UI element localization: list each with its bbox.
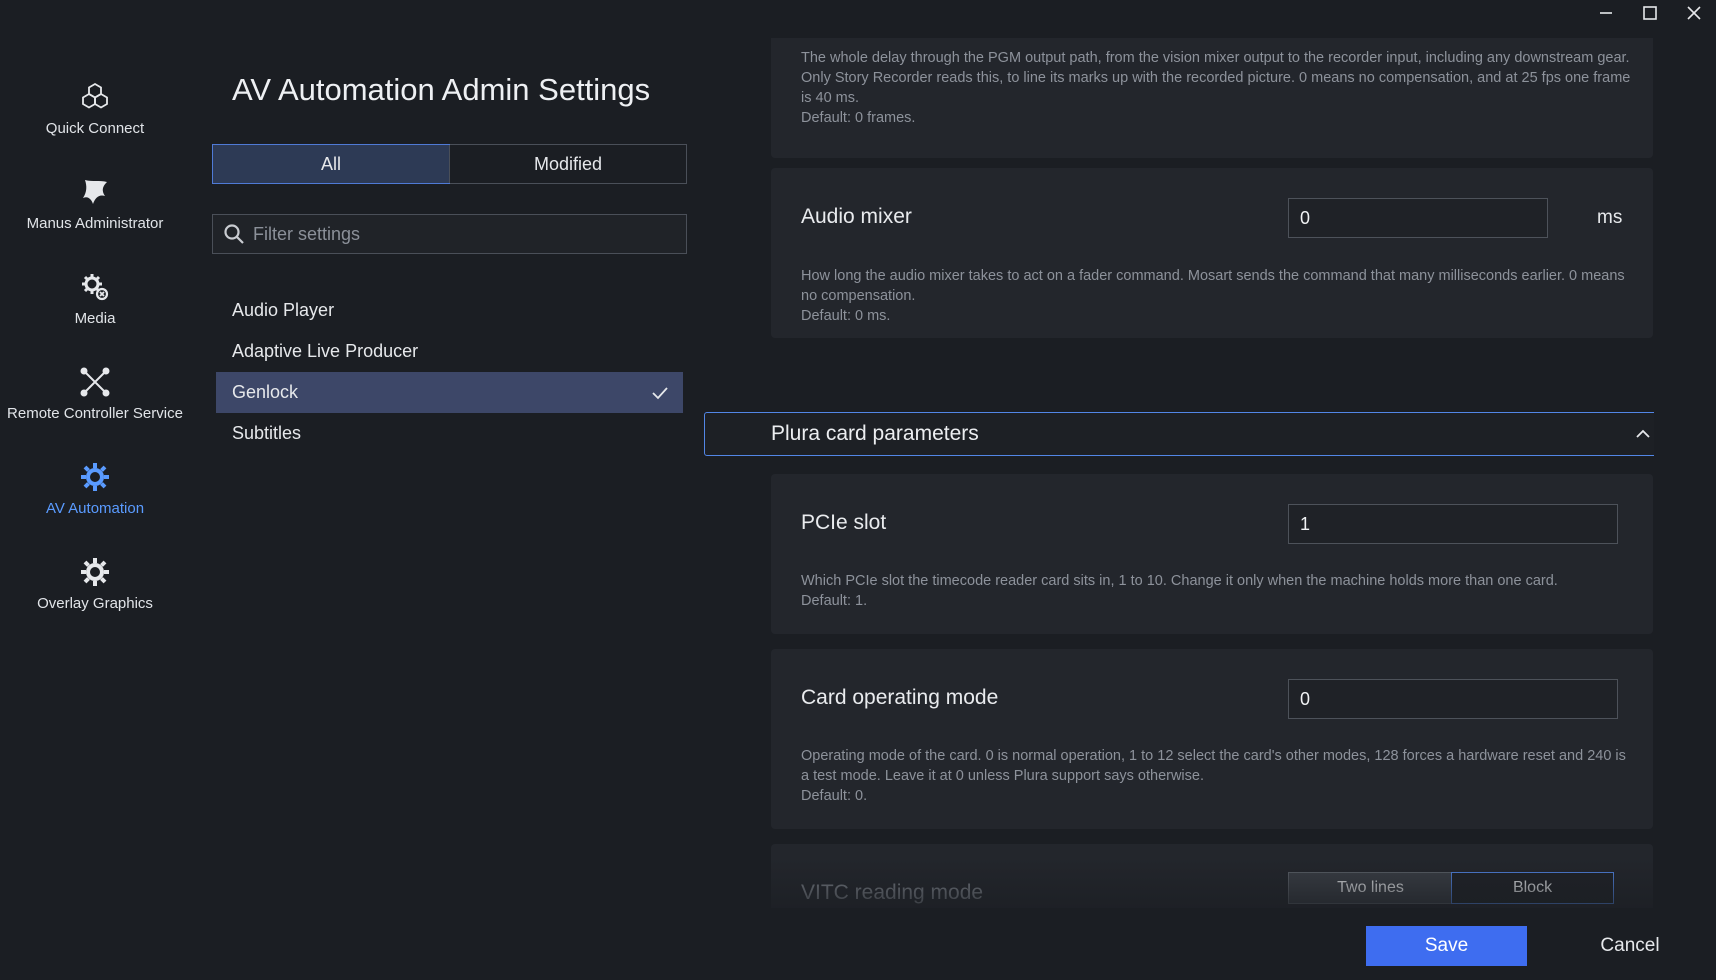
recorder-delay-card: The whole delay through the PGM output p… — [771, 38, 1653, 158]
cancel-button[interactable]: Cancel — [1570, 926, 1690, 966]
setting-description: How long the audio mixer takes to act on… — [801, 266, 1631, 326]
vitc-mode-toggle: Two lines Block — [1288, 872, 1614, 904]
nav-label: Quick Connect — [45, 120, 145, 137]
search-input[interactable] — [253, 223, 673, 245]
category-audio-player[interactable]: Audio Player — [216, 290, 683, 331]
nav-label: Remote Controller Service — [7, 405, 183, 422]
pcie-slot-card: PCIe slot 1 Which PCIe slot the timecode… — [771, 474, 1653, 634]
audio-mixer-input[interactable]: 0 — [1288, 198, 1548, 238]
window-controls — [1584, 0, 1716, 26]
manus-logo-icon — [78, 175, 112, 209]
remote-x-icon — [78, 365, 112, 399]
dialog-footer: Save Cancel — [0, 910, 1716, 980]
minimize-icon — [1600, 12, 1612, 14]
close-button[interactable] — [1672, 0, 1716, 26]
category-adaptive-live-producer[interactable]: Adaptive Live Producer — [216, 331, 683, 372]
nav-item-overlay-graphics[interactable]: Overlay Graphics — [0, 545, 190, 640]
maximize-button[interactable] — [1628, 0, 1672, 26]
nav-item-quick-connect[interactable]: Quick Connect — [0, 70, 190, 165]
vitc-option-two-lines[interactable]: Two lines — [1289, 873, 1452, 903]
default-text: Default: 0 ms. — [801, 308, 891, 324]
tab-all[interactable]: All — [212, 144, 450, 184]
setting-label: Card operating mode — [801, 686, 999, 709]
category-label: Genlock — [232, 382, 299, 402]
vitc-mode-card: VITC reading mode Two lines Block — [771, 844, 1653, 908]
chevron-up-icon — [1636, 429, 1650, 438]
nav-label: Manus Administrator — [26, 215, 164, 232]
description-text: Operating mode of the card. 0 is normal … — [801, 748, 1626, 784]
category-genlock[interactable]: Genlock — [216, 372, 683, 413]
maximize-icon — [1643, 6, 1657, 20]
description-text: Which PCIe slot the timecode reader card… — [801, 573, 1558, 589]
nav-label: Overlay Graphics — [37, 595, 153, 612]
category-label: Adaptive Live Producer — [232, 341, 419, 361]
media-gear-icon — [78, 270, 112, 304]
category-label: Subtitles — [232, 423, 302, 443]
app-nav-rail: Quick Connect Manus Administrator Media — [0, 70, 190, 640]
search-box — [212, 214, 687, 254]
gear-icon — [78, 555, 112, 589]
card-mode-input[interactable]: 0 — [1288, 679, 1618, 719]
setting-label: Audio mixer — [801, 205, 912, 228]
cubes-icon — [78, 80, 112, 114]
description-text: The whole delay through the PGM output p… — [801, 50, 1631, 106]
nav-item-av-automation[interactable]: AV Automation — [0, 450, 190, 545]
unit-label: ms — [1597, 207, 1623, 228]
category-label: Audio Player — [232, 300, 335, 320]
nav-label: Media — [74, 310, 116, 327]
search-icon — [224, 224, 244, 244]
description-text: How long the audio mixer takes to act on… — [801, 268, 1625, 304]
minimize-button[interactable] — [1584, 0, 1628, 26]
nav-item-media[interactable]: Media — [0, 260, 190, 355]
setting-description: Which PCIe slot the timecode reader card… — [801, 571, 1631, 611]
setting-label: VITC reading mode — [801, 881, 984, 904]
setting-description: Operating mode of the card. 0 is normal … — [801, 746, 1631, 806]
card-mode-card: Card operating mode 0 Operating mode of … — [771, 649, 1653, 829]
audio-mixer-card: Audio mixer 0 ms How long the audio mixe… — [771, 168, 1653, 338]
setting-label: PCIe slot — [801, 511, 887, 534]
save-button[interactable]: Save — [1366, 926, 1527, 966]
default-text: Default: 0. — [801, 788, 868, 804]
section-header-plura-card[interactable]: Plura card parameters — [704, 412, 1654, 456]
default-text: Default: 0 frames. — [801, 110, 916, 126]
gear-icon — [78, 460, 112, 494]
nav-item-remote-controller-service[interactable]: Remote Controller Service — [0, 355, 190, 450]
section-title: Plura card parameters — [771, 422, 979, 445]
page-title: AV Automation Admin Settings — [232, 72, 651, 107]
close-icon — [1687, 6, 1701, 20]
category-list: Audio Player Adaptive Live Producer Genl… — [216, 290, 683, 454]
check-icon — [652, 387, 668, 400]
settings-content: The whole delay through the PGM output p… — [704, 38, 1654, 908]
nav-item-manus-administrator[interactable]: Manus Administrator — [0, 165, 190, 260]
setting-description: The whole delay through the PGM output p… — [801, 48, 1631, 128]
nav-label: AV Automation — [45, 500, 145, 517]
category-subtitles[interactable]: Subtitles — [216, 413, 683, 454]
vitc-option-block[interactable]: Block — [1451, 872, 1614, 904]
filter-tabs: All Modified — [212, 144, 687, 184]
pcie-slot-input[interactable]: 1 — [1288, 504, 1618, 544]
default-text: Default: 1. — [801, 593, 868, 609]
tab-modified[interactable]: Modified — [449, 145, 686, 183]
